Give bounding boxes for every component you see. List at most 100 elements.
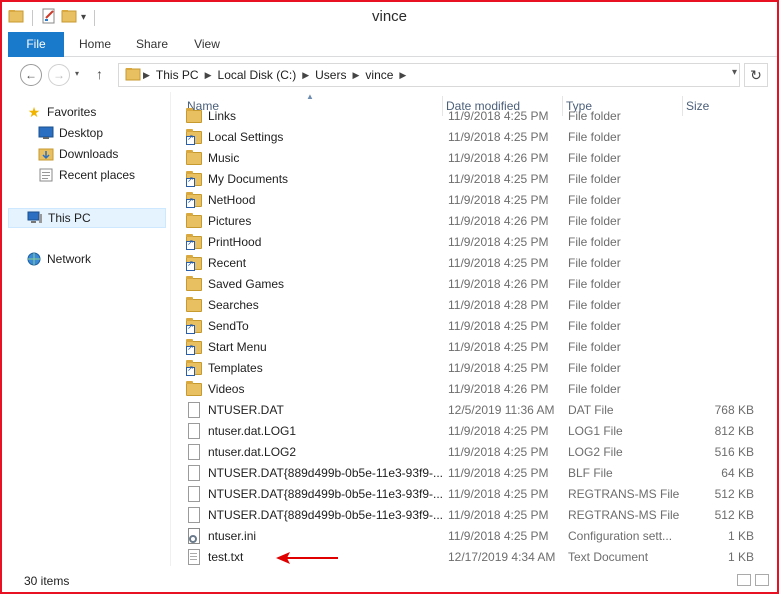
file-name-cell[interactable]: NetHood [186,192,255,208]
back-button[interactable]: ← [20,64,42,86]
tab-share[interactable]: Share [128,32,176,57]
file-row[interactable]: ntuser.dat.LOG1 11/9/2018 4:25 PM LOG1 Fil… [178,420,760,441]
file-icon [186,507,202,523]
file-name-cell[interactable]: Local Settings [186,129,283,145]
file-row[interactable]: NetHood 11/9/2018 4:25 PM File folder [178,189,760,210]
file-type-cell: REGTRANS-MS File [568,487,680,501]
nav-network[interactable]: Network [26,249,166,269]
file-date-cell: 11/9/2018 4:25 PM [448,466,549,480]
file-list: ▲ Name Date modified Type Size Links 11/9… [178,92,760,566]
refresh-button[interactable]: ↻ [744,63,768,87]
file-row[interactable]: NTUSER.DAT 12/5/2019 11:36 AM DAT File 768 … [178,399,760,420]
file-row[interactable]: Saved Games 11/9/2018 4:26 PM File folder [178,273,760,294]
file-row[interactable]: test.txt 12/17/2019 4:34 AM Text Document 1… [178,546,760,566]
settings-file-icon [186,528,202,544]
address-history-dropdown-icon[interactable]: ▾ [732,67,737,78]
file-name-cell[interactable]: Start Menu [186,339,267,355]
file-name-cell[interactable]: ntuser.dat.LOG1 [186,423,296,439]
nav-recent-places[interactable]: Recent places [38,165,166,185]
forward-button[interactable]: → [48,64,70,86]
nav-favorites[interactable]: ★ Favorites [26,102,166,122]
file-row[interactable]: ntuser.dat.LOG2 11/9/2018 4:25 PM LOG2 Fil… [178,441,760,462]
file-name-cell[interactable]: My Documents [186,171,288,187]
file-name-cell[interactable]: Searches [186,297,259,313]
file-type-cell: File folder [568,151,621,165]
file-name-cell[interactable]: Links [186,108,236,124]
navigation-bar: ← → ▾ ↑ ▶ This PC ▶ Local Disk (C:) ▶ Us… [8,58,777,90]
breadcrumb-this-pc[interactable]: This PC [152,68,203,82]
folder-shortcut-icon [186,171,202,187]
file-row[interactable]: PrintHood 11/9/2018 4:25 PM File folder [178,231,760,252]
file-name-cell[interactable]: Videos [186,381,244,397]
file-type-cell: Text Document [568,550,649,564]
file-name-cell[interactable]: Templates [186,360,263,376]
file-name-label: Local Settings [208,130,284,144]
address-bar[interactable]: ▶ This PC ▶ Local Disk (C:) ▶ Users ▶ vi… [118,63,740,87]
breadcrumb-chevron-icon[interactable]: ▶ [350,70,361,81]
breadcrumb-vince[interactable]: vince [361,68,397,82]
tab-home[interactable]: Home [70,32,120,57]
file-row[interactable]: Music 11/9/2018 4:26 PM File folder [178,147,760,168]
refresh-icon: ↻ [750,66,762,83]
nav-favorites-label: Favorites [47,105,97,119]
nav-this-pc[interactable]: This PC [8,208,166,228]
large-icons-view-icon[interactable] [755,574,769,586]
file-row[interactable]: NTUSER.DAT{889d499b-0b5e-11e3-93f9-... 11… [178,462,760,483]
file-name-label: Searches [208,298,259,312]
breadcrumb-chevron-icon[interactable]: ▶ [141,70,152,81]
file-row[interactable]: Videos 11/9/2018 4:26 PM File folder [178,378,760,399]
file-name-cell[interactable]: Saved Games [186,276,284,292]
file-row[interactable]: ntuser.ini 11/9/2018 4:25 PM Configuration… [178,525,760,546]
file-row[interactable]: Templates 11/9/2018 4:25 PM File folder [178,357,760,378]
file-row[interactable]: NTUSER.DAT{889d499b-0b5e-11e3-93f9-... 11… [178,504,760,525]
breadcrumb-chevron-icon[interactable]: ▶ [397,70,408,81]
file-name-cell[interactable]: NTUSER.DAT{889d499b-0b5e-11e3-93f9-... [186,507,443,523]
file-name-label: Templates [208,361,263,375]
file-name-cell[interactable]: SendTo [186,318,249,334]
file-icon [186,444,202,460]
details-view-icon[interactable] [737,574,751,586]
file-row[interactable]: Start Menu 11/9/2018 4:25 PM File folder [178,336,760,357]
file-row[interactable]: Local Settings 11/9/2018 4:25 PM File fold… [178,126,760,147]
file-name-cell[interactable]: NTUSER.DAT{889d499b-0b5e-11e3-93f9-... [186,465,443,481]
folder-shortcut-icon [186,129,202,145]
nav-downloads[interactable]: Downloads [38,144,166,164]
file-name-label: Links [208,109,237,123]
nav-desktop[interactable]: Desktop [38,123,166,143]
file-icon [186,486,202,502]
file-row[interactable]: NTUSER.DAT{889d499b-0b5e-11e3-93f9-... 11… [178,483,760,504]
file-row[interactable]: My Documents 11/9/2018 4:25 PM File folder [178,168,760,189]
file-name-cell[interactable]: Pictures [186,213,251,229]
file-row[interactable]: Links 11/9/2018 4:25 PM File folder [178,105,760,126]
file-name-cell[interactable]: PrintHood [186,234,261,250]
file-name-cell[interactable]: NTUSER.DAT{889d499b-0b5e-11e3-93f9-... [186,486,443,502]
file-name-cell[interactable]: NTUSER.DAT [186,402,284,418]
file-name-label: NTUSER.DAT{889d499b-0b5e-11e3-93f9-... [208,487,444,501]
file-name-cell[interactable]: Recent [186,255,246,271]
folder-shortcut-icon [186,192,202,208]
file-date-cell: 11/9/2018 4:25 PM [448,130,549,144]
breadcrumb-chevron-icon[interactable]: ▶ [300,70,311,81]
breadcrumb-chevron-icon[interactable]: ▶ [203,70,214,81]
breadcrumb-local-disk[interactable]: Local Disk (C:) [214,68,301,82]
recent-locations-dropdown[interactable]: ▾ [75,69,79,78]
file-name-cell[interactable]: test.txt [186,549,243,565]
file-name-cell[interactable]: ntuser.ini [186,528,256,544]
file-row[interactable]: SendTo 11/9/2018 4:25 PM File folder [178,315,760,336]
file-name-label: Pictures [208,214,252,228]
up-button[interactable]: ↑ [96,66,103,82]
file-name-cell[interactable]: Music [186,150,239,166]
file-row[interactable]: Pictures 11/9/2018 4:26 PM File folder [178,210,760,231]
tab-file[interactable]: File [8,32,64,57]
window-title: vince [371,8,408,25]
breadcrumb-users[interactable]: Users [311,68,350,82]
file-name-label: NetHood [208,193,256,207]
file-date-cell: 11/9/2018 4:26 PM [448,382,549,396]
file-size-cell: 812 KB [714,424,754,438]
pane-divider[interactable] [170,92,171,566]
tab-view[interactable]: View [184,32,230,57]
file-name-cell[interactable]: ntuser.dat.LOG2 [186,444,296,460]
file-name-label: NTUSER.DAT{889d499b-0b5e-11e3-93f9-... [208,508,444,522]
file-row[interactable]: Searches 11/9/2018 4:28 PM File folder [178,294,760,315]
file-row[interactable]: Recent 11/9/2018 4:25 PM File folder [178,252,760,273]
